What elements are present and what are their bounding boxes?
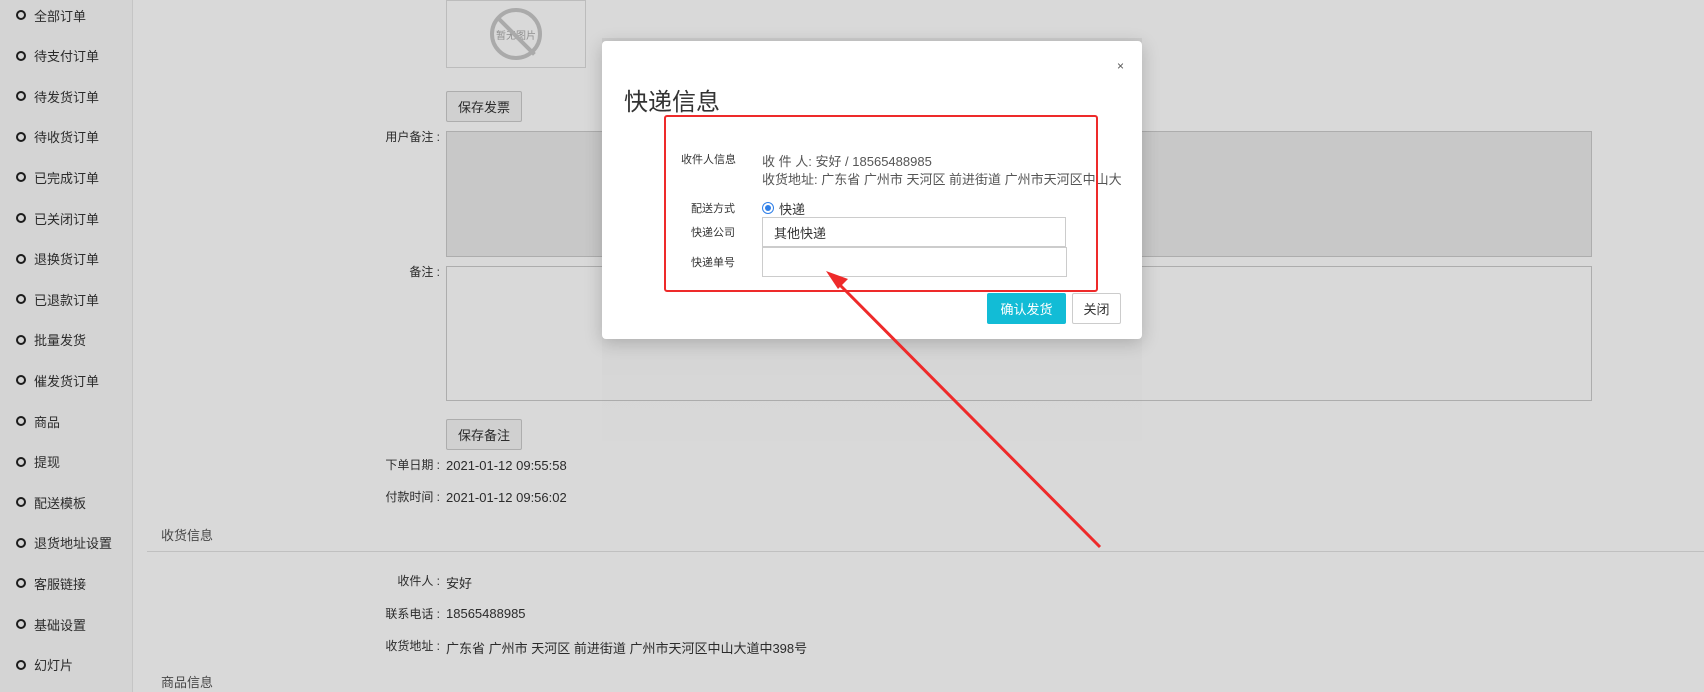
dialog-title: 快递信息 xyxy=(624,89,720,116)
close-button[interactable]: 关闭 xyxy=(1072,293,1121,324)
close-icon[interactable]: × xyxy=(1117,59,1124,73)
confirm-shipment-button[interactable]: 确认发货 xyxy=(987,293,1066,324)
annotation-highlight-box xyxy=(664,115,1098,292)
